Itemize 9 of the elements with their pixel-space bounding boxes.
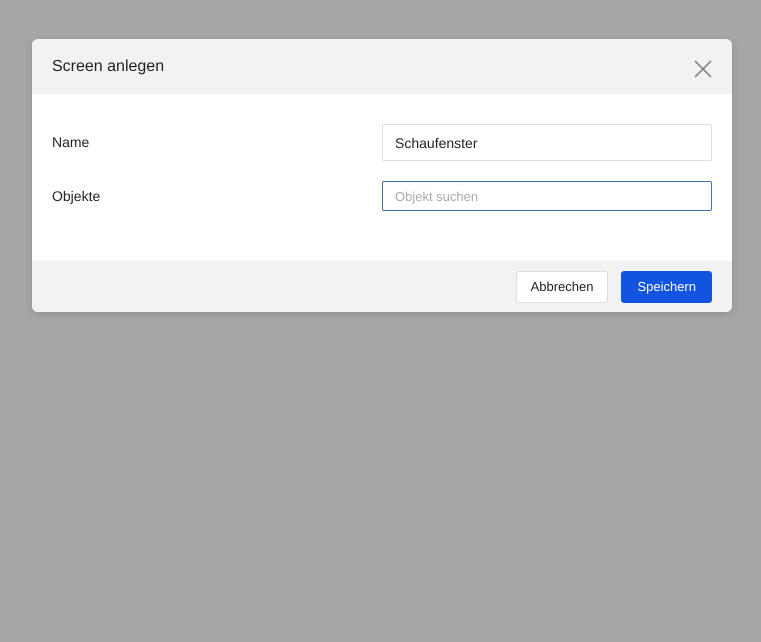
close-button[interactable] xyxy=(694,58,712,76)
field-label: Name xyxy=(52,133,90,152)
search-field[interactable]: Objekt suchen xyxy=(382,181,712,211)
input-field[interactable]: Schaufenster xyxy=(382,124,712,161)
cancel-button[interactable]: Abbrechen xyxy=(516,270,608,302)
close-icon xyxy=(694,60,712,78)
dialog-title: Screen anlegen xyxy=(52,56,164,76)
field-label: Objekte xyxy=(52,186,102,206)
save-button[interactable]: Speichern xyxy=(621,270,712,302)
